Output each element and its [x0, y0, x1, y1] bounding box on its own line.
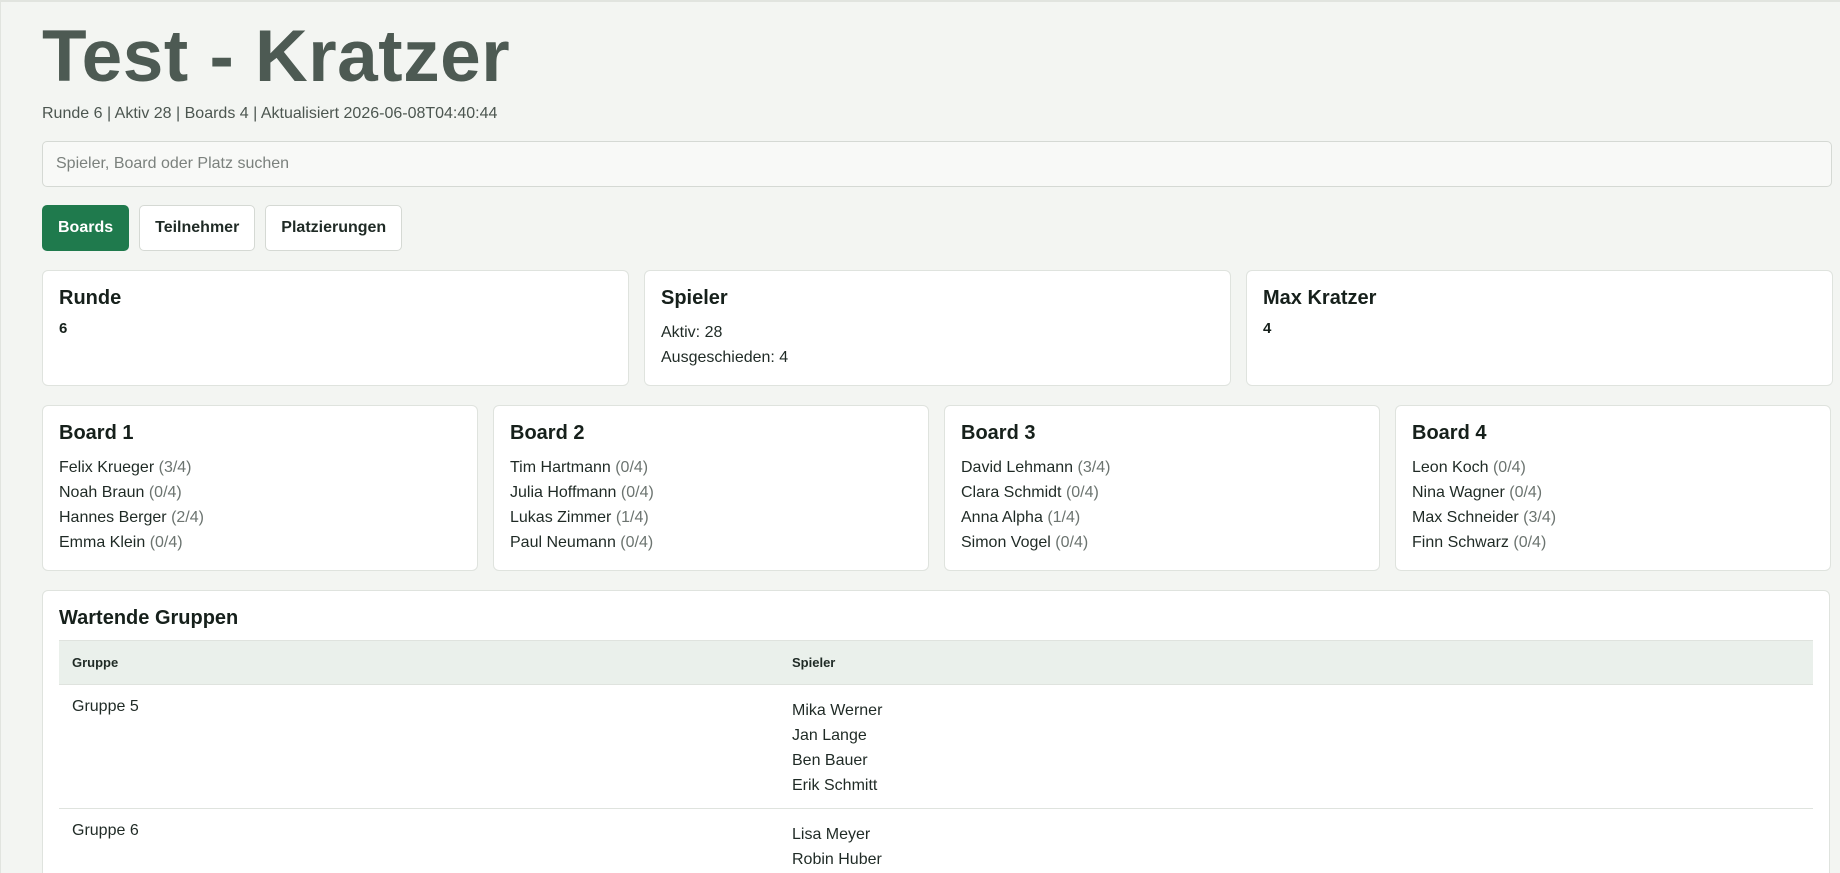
player-name: Simon Vogel	[961, 534, 1051, 551]
stat-card-title: Runde	[59, 287, 122, 309]
table-row: Gruppe 5 Mika Werner Jan Lange Ben Bauer…	[59, 684, 1813, 809]
board-card-1: Board 1 Felix Krueger (3/4) Noah Braun (…	[42, 405, 478, 571]
board-player: Finn Schwarz (0/4)	[1412, 530, 1814, 555]
player-score: (0/4)	[620, 484, 654, 501]
board-title: Board 4	[1412, 422, 1487, 444]
board-player: Clara Schmidt (0/4)	[961, 480, 1363, 505]
board-player: Nina Wagner (0/4)	[1412, 480, 1814, 505]
board-player: David Lehmann (3/4)	[961, 455, 1363, 480]
player-score: (0/4)	[1492, 459, 1526, 476]
player-score: (0/4)	[1509, 484, 1543, 501]
tab-boards[interactable]: Boards	[42, 205, 130, 251]
stat-ausgeschieden: Ausgeschieden: 4	[661, 349, 789, 366]
player-name: Max Schneider	[1412, 509, 1519, 526]
group-player: Lisa Meyer	[792, 826, 871, 843]
group-player: Erik Schmitt	[792, 777, 878, 794]
board-card-4: Board 4 Leon Koch (0/4) Nina Wagner (0/4…	[1395, 405, 1831, 571]
stat-card-spieler: Spieler Aktiv: 28 Ausgeschieden: 4	[644, 270, 1231, 386]
board-title: Board 3	[961, 422, 1036, 444]
player-score: (3/4)	[1077, 459, 1111, 476]
player-name: Leon Koch	[1412, 459, 1489, 476]
player-score: (0/4)	[1065, 484, 1099, 501]
stat-card-max-kratzer: Max Kratzer 4	[1246, 270, 1833, 386]
player-score: (3/4)	[1523, 509, 1557, 526]
board-player: Tim Hartmann (0/4)	[510, 455, 912, 480]
board-player: Max Schneider (3/4)	[1412, 505, 1814, 530]
board-player: Noah Braun (0/4)	[59, 480, 461, 505]
search-input[interactable]	[42, 141, 1832, 187]
group-name: Gruppe 5	[59, 684, 779, 809]
board-card-2: Board 2 Tim Hartmann (0/4) Julia Hoffman…	[493, 405, 929, 571]
waiting-groups-card: Wartende Gruppen Gruppe Spieler Gruppe 5…	[42, 590, 1830, 873]
group-player: Robin Huber	[792, 851, 882, 868]
board-card-3: Board 3 David Lehmann (3/4) Clara Schmid…	[944, 405, 1380, 571]
board-player: Emma Klein (0/4)	[59, 530, 461, 555]
player-score: (1/4)	[615, 509, 649, 526]
player-name: Noah Braun	[59, 484, 145, 501]
table-row: Gruppe 6 Lisa Meyer Robin Huber	[59, 808, 1813, 873]
player-score: (1/4)	[1047, 509, 1081, 526]
player-name: Clara Schmidt	[961, 484, 1062, 501]
player-score: (2/4)	[171, 509, 204, 526]
player-score: (0/4)	[620, 534, 654, 551]
tab-platzierungen[interactable]: Platzierungen	[265, 205, 403, 251]
group-player: Ben Bauer	[792, 752, 868, 769]
player-score: (0/4)	[1055, 534, 1089, 551]
boards-row: Board 1 Felix Krueger (3/4) Noah Braun (…	[42, 405, 1831, 571]
board-player: Paul Neumann (0/4)	[510, 530, 912, 555]
player-score: (0/4)	[149, 534, 183, 551]
board-player: Anna Alpha (1/4)	[961, 505, 1363, 530]
waiting-groups-table: Gruppe Spieler Gruppe 5 Mika Werner Jan …	[59, 640, 1813, 873]
page: Test - Kratzer Runde 6 | Aktiv 28 | Boar…	[0, 0, 1840, 873]
stats-row: Runde 6 Spieler Aktiv: 28 Ausgeschieden:…	[42, 270, 1833, 386]
board-title: Board 1	[59, 422, 134, 444]
board-player: Felix Krueger (3/4)	[59, 455, 461, 480]
stat-card-runde: Runde 6	[42, 270, 629, 386]
player-score: (0/4)	[615, 459, 649, 476]
player-name: Felix Krueger	[59, 459, 155, 476]
tab-teilnehmer[interactable]: Teilnehmer	[139, 205, 256, 251]
player-name: Tim Hartmann	[510, 459, 611, 476]
column-header-gruppe: Gruppe	[59, 640, 779, 685]
player-score: (0/4)	[1513, 534, 1547, 551]
player-name: Emma Klein	[59, 534, 146, 551]
table-header-row: Gruppe Spieler	[59, 640, 1813, 685]
player-name: Anna Alpha	[961, 509, 1043, 526]
player-name: Julia Hoffmann	[510, 484, 617, 501]
player-name: Paul Neumann	[510, 534, 616, 551]
player-name: Nina Wagner	[1412, 484, 1505, 501]
stat-value-max-kratzer: 4	[1263, 320, 1272, 337]
board-title: Board 2	[510, 422, 585, 444]
group-player: Mika Werner	[792, 702, 883, 719]
group-players: Mika Werner Jan Lange Ben Bauer Erik Sch…	[779, 684, 1813, 809]
waiting-groups-title: Wartende Gruppen	[59, 607, 239, 629]
column-header-spieler: Spieler	[779, 640, 1813, 685]
player-name: Finn Schwarz	[1412, 534, 1509, 551]
board-player: Hannes Berger (2/4)	[59, 505, 461, 530]
board-player: Lukas Zimmer (1/4)	[510, 505, 912, 530]
player-name: Lukas Zimmer	[510, 509, 612, 526]
group-player: Jan Lange	[792, 727, 867, 744]
stat-value-runde: 6	[59, 320, 68, 337]
group-name: Gruppe 6	[59, 808, 779, 873]
player-score: (3/4)	[158, 459, 192, 476]
group-players: Lisa Meyer Robin Huber	[779, 808, 1813, 873]
board-player: Simon Vogel (0/4)	[961, 530, 1363, 555]
board-player: Julia Hoffmann (0/4)	[510, 480, 912, 505]
player-score: (0/4)	[148, 484, 182, 501]
player-name: Hannes Berger	[59, 509, 167, 526]
status-line: Runde 6 | Aktiv 28 | Boards 4 | Aktualis…	[42, 105, 498, 122]
board-player: Leon Koch (0/4)	[1412, 455, 1814, 480]
stat-card-title: Max Kratzer	[1263, 287, 1377, 309]
tab-bar: Boards Teilnehmer Platzierungen	[42, 205, 1830, 251]
stat-aktiv: Aktiv: 28	[661, 324, 723, 341]
page-title: Test - Kratzer	[42, 16, 511, 97]
stat-card-title: Spieler	[661, 287, 728, 309]
player-name: David Lehmann	[961, 459, 1074, 476]
